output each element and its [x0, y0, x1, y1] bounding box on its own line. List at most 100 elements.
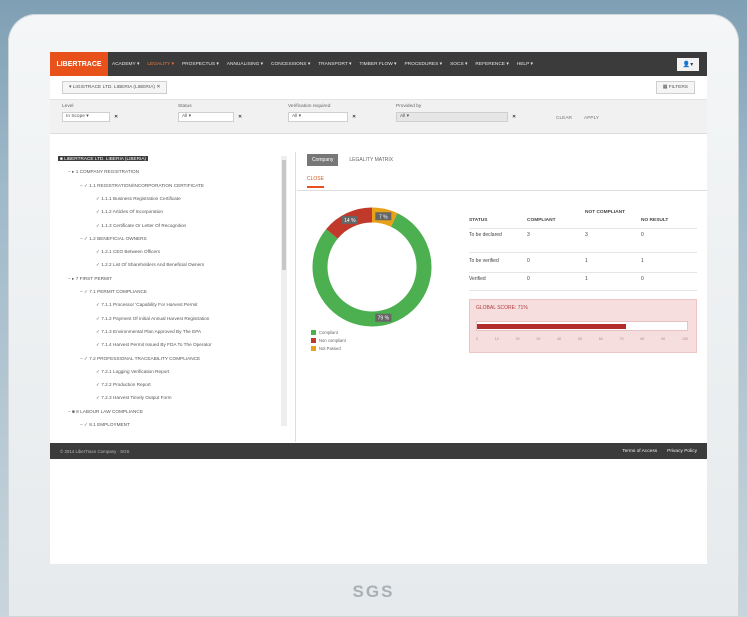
table-header: NOT COMPLIANT — [585, 210, 625, 215]
panel-tabs: Company LEGALITY MATRIX — [297, 152, 707, 168]
requirements-tree: ■ LIBERTRACE LTD. LIBERIA (LIBERIA) − ▸ 1… — [50, 152, 296, 442]
app-logo[interactable]: LIBERTRACE — [50, 52, 108, 76]
tree-node[interactable]: ✓ 1.1.2 Articles Of Incorporation — [96, 209, 163, 215]
clear-provided-by-icon[interactable]: ✕ — [512, 114, 516, 120]
legend-item[interactable]: Non compliant — [311, 338, 346, 343]
table-cell: 1 — [641, 258, 644, 264]
app-screen: LIBERTRACE ACADEMY ▾ LEGALITY ▾ PROSPECTUS… — [50, 52, 707, 564]
verification-label: Verification required — [288, 104, 331, 109]
filters-button[interactable]: ▦ FILTERS — [655, 81, 695, 94]
level-filter: Level In Scope ▾ ✕ — [62, 104, 118, 122]
legend-label: Compliant — [319, 330, 338, 335]
tree-node[interactable]: ✓ 7.2.3 Harvest Timely Output Form — [96, 395, 172, 401]
clear-verification-icon[interactable]: ✕ — [352, 114, 356, 120]
tree-node[interactable]: − ■ 8 LABOUR LAW COMPLIANCE — [68, 409, 143, 414]
footer-link[interactable]: Terms of Access — [622, 449, 657, 454]
score-tick: 10 — [494, 337, 499, 341]
nav-item[interactable]: SOCS ▾ — [446, 62, 471, 67]
score-tick: 60 — [598, 337, 603, 341]
provided-by-select[interactable]: All ▾ — [396, 112, 508, 122]
tree-node[interactable]: ✓ 1.2.2 List Of Shareholders And Benefic… — [96, 262, 204, 268]
device-brand: SGS — [352, 582, 395, 601]
donut-label-non-compliant: 14 % — [341, 215, 358, 224]
tab-company[interactable]: Company — [307, 154, 339, 166]
tree-node[interactable]: ✓ 1.2.1 CEO Between Officers — [96, 249, 160, 255]
global-score-box: GLOBAL SCORE: 71% 0 10 20 30 40 50 60 70 80 90 100 — [469, 299, 697, 353]
donut-legend: Compliant Non compliant Not Passed — [311, 330, 346, 354]
status-value: All — [182, 114, 188, 119]
table-row-status: To be declared — [469, 232, 502, 238]
legend-swatch — [311, 346, 316, 351]
tree-node[interactable]: − ✓ 8.1 EMPLOYMENT — [80, 422, 130, 428]
breadcrumb-bar: ▾ LIGISTRACE LTD. LIBERIA (LIBERIA) ✕ ▦ … — [50, 76, 707, 100]
tree-root-node[interactable]: ■ LIBERTRACE LTD. LIBERIA (LIBERIA) — [58, 156, 149, 161]
score-tick: 0 — [476, 337, 478, 341]
table-row-divider — [469, 228, 697, 229]
score-tick: 70 — [619, 337, 624, 341]
table-cell: 1 — [585, 258, 588, 264]
tree-node[interactable]: ✓ 7.1.2 Payment Of Initial Annual Harves… — [96, 316, 209, 322]
subtab-divider — [297, 190, 707, 191]
global-score-label: GLOBAL SCORE: 71% — [476, 305, 528, 311]
legend-label: Not Passed — [319, 346, 341, 351]
user-menu-button[interactable]: 👤▾ — [677, 57, 699, 71]
tree-node[interactable]: ✓ 7.2.2 Production Report — [96, 382, 151, 388]
table-header: NO RESULT — [641, 218, 669, 223]
table-row-divider — [469, 252, 697, 253]
tree-node[interactable]: − ✓ 1.2 BENEFICIAL OWNERS — [80, 236, 147, 242]
tree-scrollbar-thumb[interactable] — [282, 160, 286, 270]
nav-item[interactable]: CONCESSIONS ▾ — [267, 62, 314, 67]
donut-label-not-passed: 7 % — [375, 212, 392, 221]
tree-node[interactable]: ✓ 7.2.1 Logging Verification Report — [96, 369, 169, 375]
tree-node[interactable]: − ✓ 7.1 PERMIT COMPLIANCE — [80, 289, 147, 295]
tree-node[interactable]: ✓ 7.1.4 Harvest Permit Issued By FDA To … — [96, 342, 212, 348]
subtab-close[interactable]: CLOSE — [307, 176, 324, 188]
tree-node[interactable]: ✓ 1.1.1 Business Registration Certificat… — [96, 196, 181, 202]
status-select[interactable]: All ▾ — [178, 112, 234, 122]
tab-legality-matrix[interactable]: LEGALITY MATRIX — [344, 154, 398, 166]
table-header: STATUS — [469, 218, 488, 223]
nav-item[interactable]: PROSPECTUS ▾ — [178, 62, 223, 67]
clear-button[interactable]: CLEAR — [556, 116, 572, 121]
nav-item[interactable]: TRANSPORT ▾ — [314, 62, 355, 67]
clear-level-icon[interactable]: ✕ — [114, 114, 118, 120]
legend-item[interactable]: Not Passed — [311, 346, 346, 351]
tree-node[interactable]: − ▸ 7 FIRST PERMIT — [68, 276, 112, 282]
table-cell: 0 — [641, 232, 644, 238]
verification-filter: Verification required All ▾ ✕ — [288, 104, 356, 122]
verification-select[interactable]: All ▾ — [288, 112, 348, 122]
legend-swatch — [311, 338, 316, 343]
level-select[interactable]: In Scope ▾ — [62, 112, 110, 122]
nav-item[interactable]: ACADEMY ▾ — [108, 62, 143, 67]
legend-swatch — [311, 330, 316, 335]
tree-node[interactable]: ✓ 7.1.1 Processor 'Capability For Harves… — [96, 302, 197, 308]
provided-by-filter: Provided by All ▾ ✕ — [396, 104, 516, 122]
nav-item[interactable]: TIMBER FLOW ▾ — [355, 62, 400, 67]
footer-copyright: © 2014 LiberTrace Company · SGS — [60, 448, 130, 454]
tree-node[interactable]: − ✓ 1.1 REGISTRATION/INCORPORATION CERTI… — [80, 183, 204, 189]
nav-item[interactable]: ANNUALISING ▾ — [223, 62, 267, 67]
footer: © 2014 LiberTrace Company · SGS Terms of… — [50, 443, 707, 459]
tree-node[interactable]: ✓ 1.1.3 Certificate Or Letter Of Recogni… — [96, 223, 186, 229]
nav-item[interactable]: HELP ▾ — [513, 62, 537, 67]
nav-item[interactable]: REFERENCE ▾ — [471, 62, 512, 67]
tree-node[interactable]: ✓ 7.1.3 Environmental Plan Approved By T… — [96, 329, 201, 335]
nav-item[interactable]: PROCEDURES ▾ — [400, 62, 446, 67]
nav-menu: ACADEMY ▾ LEGALITY ▾ PROSPECTUS ▾ ANNUALISI… — [108, 62, 537, 67]
company-breadcrumb[interactable]: ▾ LIGISTRACE LTD. LIBERIA (LIBERIA) ✕ — [62, 81, 168, 94]
score-tick: 40 — [557, 337, 562, 341]
main-content: ■ LIBERTRACE LTD. LIBERIA (LIBERIA) − ▸ 1… — [50, 152, 707, 442]
apply-button[interactable]: APPLY — [584, 116, 599, 121]
donut-label-compliant: 79 % — [375, 313, 392, 322]
legend-item[interactable]: Compliant — [311, 330, 346, 335]
nav-item[interactable]: LEGALITY ▾ — [143, 62, 178, 67]
global-score-bar — [476, 321, 688, 331]
svg-text:14 %: 14 % — [344, 218, 356, 224]
footer-links: Terms of Access Privacy Policy — [612, 449, 697, 454]
tree-node[interactable]: − ✓ 7.2 PROFESSIONAL TRACEABILITY COMPLI… — [80, 356, 200, 362]
tree-node[interactable]: − ▸ 1 COMPANY REGISTRATION — [68, 169, 139, 175]
clear-status-icon[interactable]: ✕ — [238, 114, 242, 120]
footer-link[interactable]: Privacy Policy — [667, 449, 697, 454]
score-tick: 100 — [681, 337, 688, 341]
table-cell: 0 — [527, 258, 530, 264]
